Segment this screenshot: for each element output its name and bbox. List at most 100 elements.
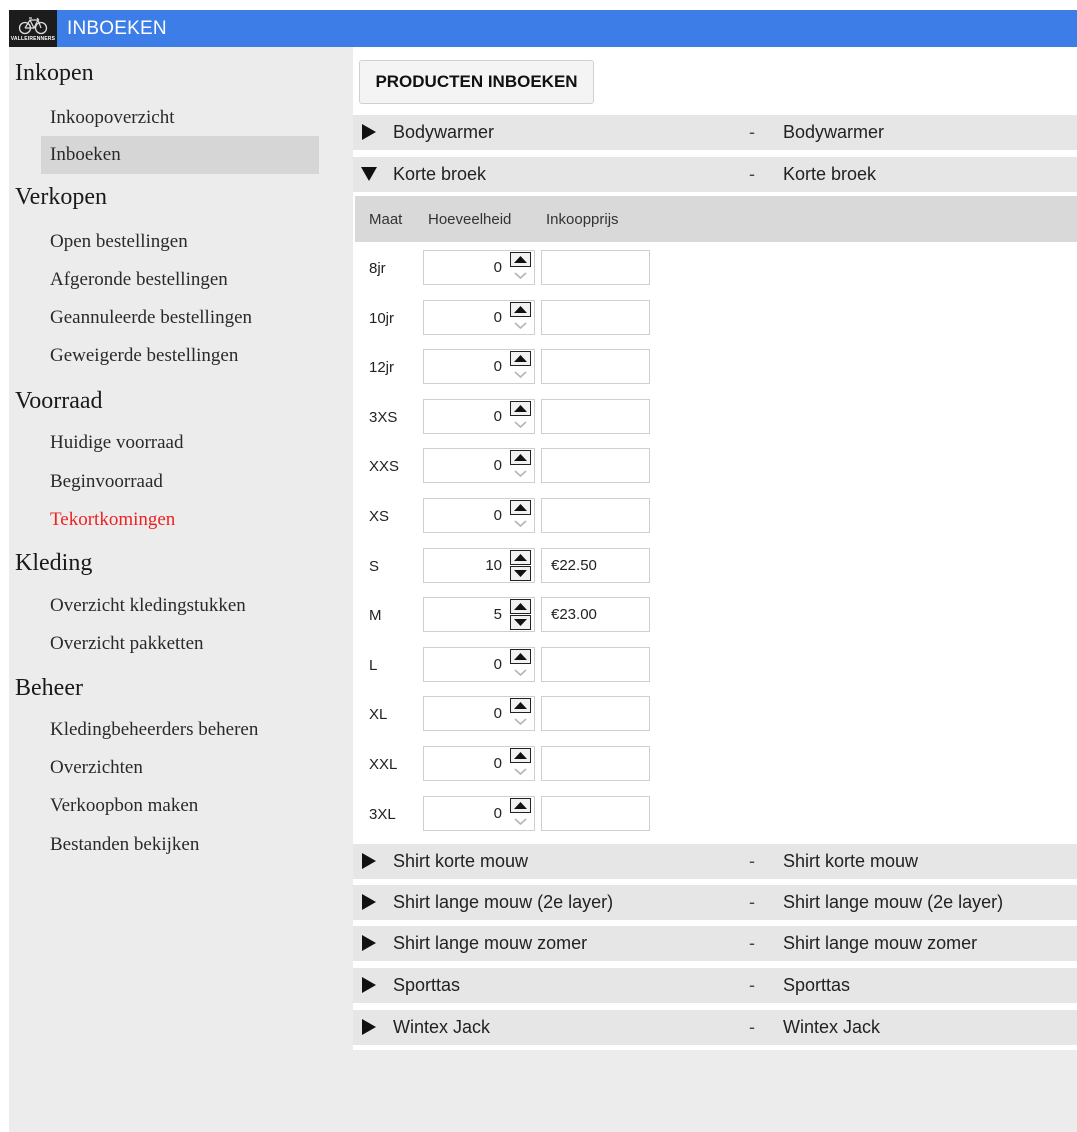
price-input[interactable] [541,250,650,285]
price-input[interactable]: €22.50 [541,548,650,583]
quantity-value: 0 [493,408,502,425]
decrement-button[interactable] [510,814,531,829]
decrement-button[interactable] [510,615,531,630]
size-label: 3XL [369,806,396,823]
product-separator: - [749,164,755,184]
decrement-button[interactable] [510,318,531,333]
quantity-stepper[interactable]: 0 [423,498,535,533]
sidebar-item-beginvoorraad[interactable]: Beginvoorraad [41,463,319,501]
quantity-stepper[interactable]: 0 [423,696,535,731]
increment-button[interactable] [510,302,531,317]
sidebar-item-tekortkomingen[interactable]: Tekortkomingen [41,501,319,539]
product-separator: - [749,1017,755,1037]
sidebar-item-geweigerde-bestellingen[interactable]: Geweigerde bestellingen [41,337,319,375]
sidebar-item-overzichten[interactable]: Overzichten [41,749,319,787]
sidebar-section-kleding: Kleding [15,550,93,576]
price-input[interactable] [541,300,650,335]
decrement-button[interactable] [510,417,531,432]
product-separator: - [749,122,755,142]
sidebar-item-kledingbeheerders-beheren[interactable]: Kledingbeheerders beheren [41,711,319,749]
quantity-stepper[interactable]: 5 [423,597,535,632]
spinner [510,649,531,680]
decrement-button[interactable] [510,764,531,779]
quantity-stepper[interactable]: 0 [423,349,535,384]
price-input[interactable] [541,448,650,483]
spinner [510,550,531,581]
increment-button[interactable] [510,401,531,416]
quantity-stepper[interactable]: 0 [423,796,535,831]
product-row-shirt-korte-mouw[interactable]: Shirt korte mouw - Shirt korte mouw [353,844,1077,879]
expand-arrow-icon [362,894,376,910]
product-name: Sporttas [393,975,461,995]
increment-button[interactable] [510,351,531,366]
quantity-value: 5 [493,606,502,623]
product-row-sporttas[interactable]: Sporttas - Sporttas [353,968,1077,1003]
price-input[interactable] [541,647,650,682]
quantity-stepper[interactable]: 0 [423,647,535,682]
quantity-stepper[interactable]: 0 [423,300,535,335]
quantity-stepper[interactable]: 0 [423,399,535,434]
arrow-down-icon [514,272,527,280]
product-name-secondary: Shirt lange mouw (2e layer) [783,892,1004,912]
decrement-button[interactable] [510,268,531,283]
product-name-secondary: Korte broek [783,164,877,184]
sidebar-item-verkoopbon-maken[interactable]: Verkoopbon maken [41,787,319,825]
product-row-shirt-lange-mouw-zomer[interactable]: Shirt lange mouw zomer - Shirt lange mou… [353,926,1077,961]
sidebar-item-inkoopoverzicht[interactable]: Inkoopoverzicht [41,99,319,137]
decrement-button[interactable] [510,466,531,481]
decrement-button[interactable] [510,566,531,581]
quantity-stepper[interactable]: 10 [423,548,535,583]
increment-button[interactable] [510,252,531,267]
decrement-button[interactable] [510,665,531,680]
decrement-button[interactable] [510,714,531,729]
price-input[interactable] [541,796,650,831]
size-label: XXL [369,756,398,773]
quantity-value: 0 [493,358,502,375]
product-name: Wintex Jack [393,1017,491,1037]
arrow-up-icon [510,798,531,813]
sidebar: Inkopen Inkoopoverzicht Inboeken Verkope… [9,47,353,1132]
increment-button[interactable] [510,649,531,664]
sidebar-item-inboeken[interactable]: Inboeken [41,136,319,174]
price-input[interactable]: €23.00 [541,597,650,632]
quantity-stepper[interactable]: 0 [423,250,535,285]
quantity-stepper[interactable]: 0 [423,746,535,781]
increment-button[interactable] [510,550,531,565]
sidebar-section-beheer: Beheer [15,675,83,701]
quantity-stepper[interactable]: 0 [423,448,535,483]
sidebar-item-overzicht-kledingstukken[interactable]: Overzicht kledingstukken [41,587,319,625]
increment-button[interactable] [510,748,531,763]
spinner [510,302,531,333]
sidebar-item-afgeronde-bestellingen[interactable]: Afgeronde bestellingen [41,261,319,299]
price-input[interactable] [541,746,650,781]
sidebar-item-open-bestellingen[interactable]: Open bestellingen [41,223,319,261]
product-row-korte-broek[interactable]: Korte broek - Korte broek [353,157,1077,192]
quantity-value: 0 [493,457,502,474]
producten-inboeken-button[interactable]: PRODUCTEN INBOEKEN [359,60,594,104]
product-row-bodywarmer[interactable]: Bodywarmer - Bodywarmer [353,115,1077,150]
increment-button[interactable] [510,599,531,614]
product-row-shirt-lange-mouw-2e-layer[interactable]: Shirt lange mouw (2e layer) - Shirt lang… [353,885,1077,920]
product-row-wintex-jack[interactable]: Wintex Jack - Wintex Jack [353,1010,1077,1045]
sidebar-item-overzicht-pakketten[interactable]: Overzicht pakketten [41,625,319,663]
decrement-button[interactable] [510,516,531,531]
increment-button[interactable] [510,698,531,713]
arrow-up-icon [510,450,531,465]
increment-button[interactable] [510,500,531,515]
size-label: XL [369,706,388,723]
expand-arrow-icon [362,1019,376,1035]
decrement-button[interactable] [510,367,531,382]
sidebar-item-huidige-voorraad[interactable]: Huidige voorraad [41,424,319,462]
sidebar-item-bestanden-bekijken[interactable]: Bestanden bekijken [41,826,319,864]
price-input[interactable] [541,399,650,434]
sidebar-item-geannuleerde-bestellingen[interactable]: Geannuleerde bestellingen [41,299,319,337]
size-label: S [369,558,380,575]
product-name: Bodywarmer [393,122,495,142]
increment-button[interactable] [510,450,531,465]
price-input[interactable] [541,349,650,384]
increment-button[interactable] [510,798,531,813]
arrow-up-icon [510,748,531,763]
price-input[interactable] [541,696,650,731]
price-input[interactable] [541,498,650,533]
quantity-value: 0 [493,705,502,722]
